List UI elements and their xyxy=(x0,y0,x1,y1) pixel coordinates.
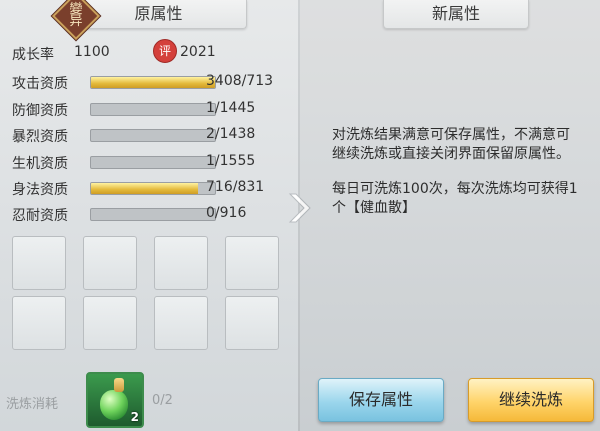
stat-label: 生机资质 xyxy=(12,156,68,172)
refine-cost-label: 洗炼消耗 xyxy=(6,397,59,412)
stat-value: 1/1445 xyxy=(206,100,256,116)
stat-label: 身法资质 xyxy=(12,182,68,198)
stat-bar xyxy=(90,76,216,89)
mutation-badge: 變异 xyxy=(51,0,101,41)
original-attributes-panel: 原属性 變异 成长率 1100 评 2021 攻击资质 3408/713 防御资… xyxy=(0,0,298,431)
skill-slot[interactable] xyxy=(154,296,208,350)
refine-item-icon[interactable]: 2 xyxy=(86,372,144,428)
stat-value: 0/916 xyxy=(206,205,247,221)
stat-label: 忍耐资质 xyxy=(12,208,68,224)
rating-score: 2021 xyxy=(180,44,216,60)
skill-slot[interactable] xyxy=(225,236,279,290)
stat-label: 攻击资质 xyxy=(12,76,68,92)
badge-text: 變异 xyxy=(69,2,83,29)
stat-value: 1/1555 xyxy=(206,153,256,169)
refine-description: 对洗炼结果满意可保存属性，不满意可继续洗炼或直接关闭界面保留原属性。 每日可洗炼… xyxy=(332,126,582,234)
stat-bar xyxy=(90,156,216,169)
potion-cap-icon xyxy=(114,378,124,392)
stat-bar-fill xyxy=(91,183,198,194)
skill-slot[interactable] xyxy=(225,296,279,350)
skill-slot[interactable] xyxy=(83,296,137,350)
potion-gem-icon xyxy=(100,390,128,420)
stat-bar xyxy=(90,129,216,142)
stat-bar xyxy=(90,182,216,195)
growth-rate: 成长率 1100 xyxy=(12,44,110,64)
tab-new-attributes: 新属性 xyxy=(383,0,529,29)
save-attributes-button[interactable]: 保存属性 xyxy=(318,378,444,422)
stat-value: 2/1438 xyxy=(206,126,256,142)
growth-label: 成长率 xyxy=(12,47,54,63)
stat-label: 暴烈资质 xyxy=(12,129,68,145)
description-line: 每日可洗炼100次，每次洗炼均可获得1个【健血散】 xyxy=(332,181,578,216)
stat-value: 3408/713 xyxy=(206,73,274,89)
item-count: 2 xyxy=(130,410,139,424)
skill-slot[interactable] xyxy=(12,236,66,290)
stat-bar xyxy=(90,208,216,221)
continue-refine-button[interactable]: 继续洗炼 xyxy=(468,378,594,422)
rating-icon: 评 xyxy=(153,39,177,63)
refine-cost-usage: 0/2 xyxy=(152,393,173,408)
stat-label: 防御资质 xyxy=(12,103,68,119)
stat-bar-fill xyxy=(91,77,215,88)
growth-value: 1100 xyxy=(74,44,110,60)
skill-slot[interactable] xyxy=(12,296,66,350)
skill-slot[interactable] xyxy=(83,236,137,290)
stat-bar xyxy=(90,103,216,116)
description-line: 对洗炼结果满意可保存属性，不满意可继续洗炼或直接关闭界面保留原属性。 xyxy=(332,127,570,162)
stat-value: 716/831 xyxy=(206,179,265,195)
skill-slot[interactable] xyxy=(154,236,208,290)
